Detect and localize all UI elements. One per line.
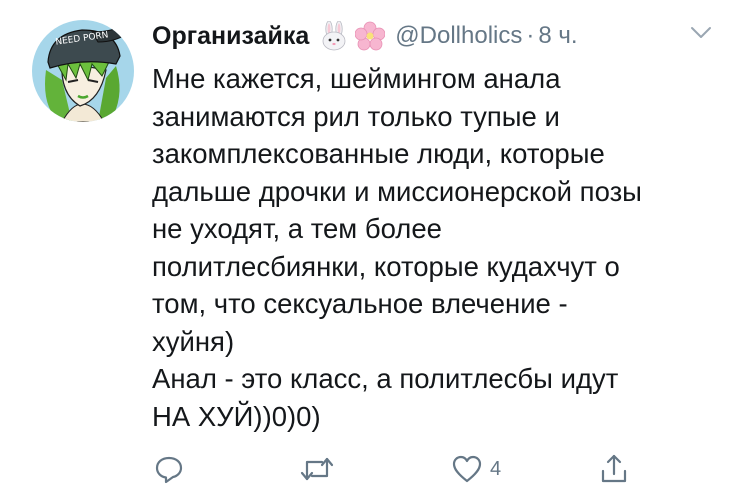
avatar[interactable]: NEED PORN	[32, 20, 134, 122]
heart-icon	[450, 452, 484, 486]
tweet-text-line: хуйня)	[152, 325, 235, 357]
tweet-text-line: Мне кажется, шеймингом анала	[152, 63, 561, 94]
like-count: 4	[490, 457, 502, 480]
retweet-button[interactable]	[298, 452, 342, 486]
header-separator: ·	[526, 22, 535, 49]
like-button[interactable]: 4	[450, 452, 501, 486]
tweet-timestamp[interactable]: 8 ч.	[538, 22, 577, 50]
tweet-actions: 4	[152, 452, 652, 492]
reply-icon	[152, 452, 186, 486]
tweet-text: Мне кажется, шеймингом анала занимаются …	[152, 60, 732, 435]
tweet-text-line: НА ХУЙ))0)0)	[152, 400, 321, 432]
chevron-down-icon[interactable]	[690, 26, 712, 45]
tweet-text-line: политлесбиянки, которые кудахчут о	[152, 250, 620, 282]
tweet-text-line: том, что сексуальное влечение -	[152, 288, 568, 319]
reply-button[interactable]	[152, 452, 192, 486]
share-icon	[597, 452, 631, 486]
rabbit-face-icon	[319, 21, 349, 51]
share-button[interactable]	[597, 452, 631, 486]
author-handle[interactable]: @Dollholics	[395, 22, 522, 50]
cherry-blossom-icon	[355, 21, 386, 51]
retweet-icon	[298, 452, 336, 486]
tweet-text-line: дальше дрочки и миссионерской позы	[152, 175, 642, 207]
tweet-header: Организайка @Dollholics · 8 ч.	[152, 18, 730, 54]
tweet-text-line: не уходят, а тем более	[152, 213, 442, 244]
tweet-text-line: Анал - это класс, а политлесбы идут	[152, 363, 619, 394]
tweet-text-line: занимаются рил только тупые и	[152, 100, 560, 132]
author-name[interactable]: Организайка	[152, 22, 309, 51]
tweet-text-line: закомплексованные люди, которые	[152, 138, 605, 169]
